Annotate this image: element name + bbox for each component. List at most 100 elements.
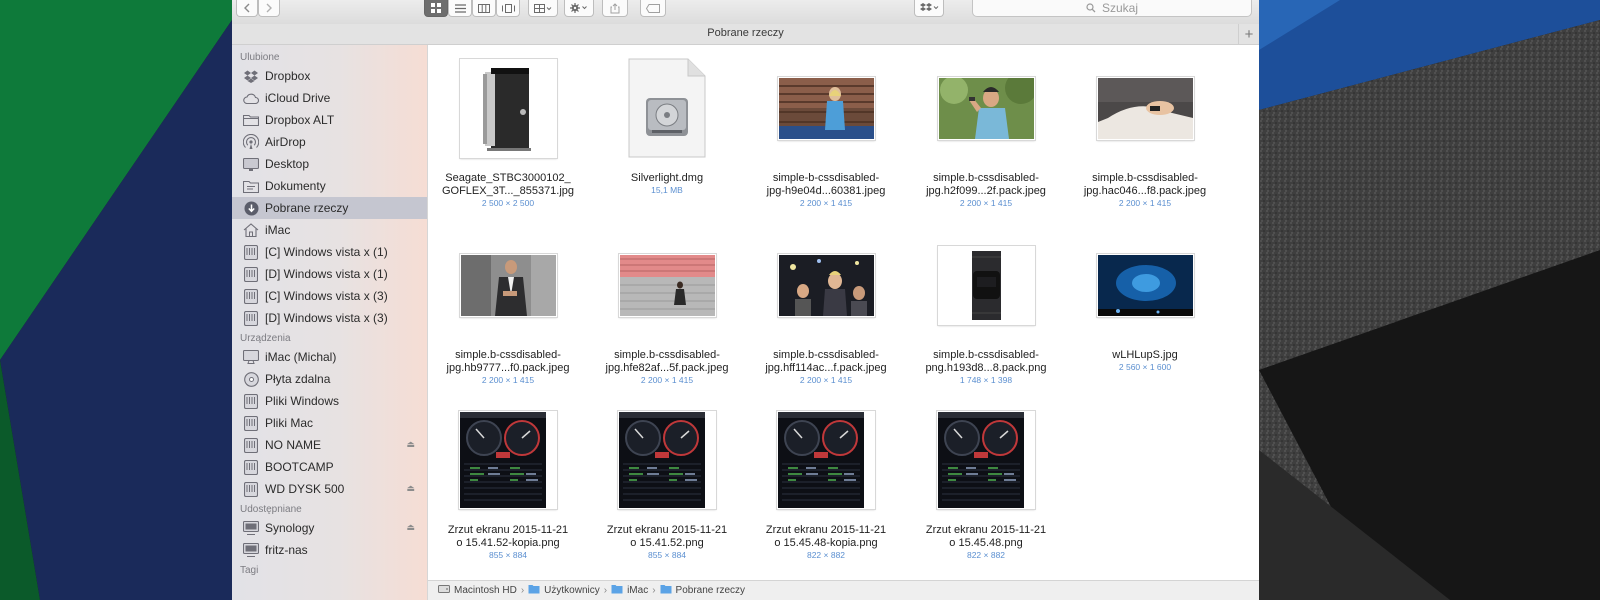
eject-icon[interactable]: ⏏ xyxy=(406,522,415,533)
sidebar-item-shared-1[interactable]: fritz-nas xyxy=(232,539,427,561)
file-item-10[interactable]: Zrzut ekranu 2015-11-21 o 15.41.52-kopia.… xyxy=(433,397,583,567)
path-crumb-0[interactable]: Macintosh HD xyxy=(438,584,517,597)
file-thumbnail xyxy=(460,254,557,317)
home-icon xyxy=(611,584,623,597)
path-separator: › xyxy=(652,585,656,596)
file-name-line2: o 15.45.48-kopia.png xyxy=(774,537,878,549)
file-item-0[interactable]: Seagate_STBC3000102_ GOFLEX_3T..._855371.… xyxy=(433,45,583,215)
view-list-button[interactable] xyxy=(448,0,472,17)
search-field[interactable]: Szukaj xyxy=(972,0,1252,17)
sidebar-item-label: AirDrop xyxy=(265,135,306,149)
sidebar-item-favorites-10[interactable]: [C] Windows vista x (3) xyxy=(232,285,427,307)
action-button[interactable] xyxy=(564,0,594,17)
file-item-6[interactable]: simple.b-cssdisabled-jpg.hfe82af...5f.pa… xyxy=(592,222,742,392)
view-coverflow-button[interactable] xyxy=(496,0,520,17)
file-meta: 855 × 884 xyxy=(488,550,528,560)
file-item-11[interactable]: Zrzut ekranu 2015-11-21 o 15.41.52.png 855… xyxy=(592,397,742,567)
eject-icon[interactable]: ⏏ xyxy=(406,439,415,450)
tag-button[interactable] xyxy=(640,0,666,17)
sidebar-item-favorites-11[interactable]: [D] Windows vista x (3) xyxy=(232,307,427,329)
path-crumb-1[interactable]: Użytkownicy xyxy=(528,584,600,597)
sidebar-item-label: iCloud Drive xyxy=(265,91,331,105)
drive-icon xyxy=(243,393,259,409)
file-item-1[interactable]: Silverlight.dmg 15,1 MB xyxy=(592,45,742,215)
arrange-button[interactable] xyxy=(528,0,558,17)
file-thumbnail xyxy=(1097,77,1194,140)
file-name-line2: o 15.45.48.png xyxy=(949,537,1023,549)
sidebar-item-label: Pliki Windows xyxy=(265,394,340,408)
disk-icon xyxy=(243,266,259,282)
chevron-right-icon xyxy=(266,3,272,13)
file-name: simple.b-cssdisabled- xyxy=(614,349,720,361)
sidebar-item-favorites-2[interactable]: Dropbox ALT xyxy=(232,109,427,131)
sidebar-item-favorites-6[interactable]: Pobrane rzeczy xyxy=(232,197,427,219)
sidebar-item-devices-3[interactable]: Pliki Mac xyxy=(232,412,427,434)
desktop-icon xyxy=(243,156,259,172)
new-tab-button[interactable]: + xyxy=(1238,24,1259,44)
file-name: simple.b-cssdisabled- xyxy=(773,349,879,361)
chevron-left-icon xyxy=(244,3,250,13)
hard-drive-icon xyxy=(438,584,450,597)
file-item-5[interactable]: simple.b-cssdisabled-jpg.hb9777...f0.pac… xyxy=(433,222,583,392)
file-name-line2: png.h193d8...8.pack.png xyxy=(925,362,1047,374)
file-item-7[interactable]: simple.b-cssdisabled-jpg.hff114ac...f.pa… xyxy=(751,222,901,392)
sidebar-item-devices-2[interactable]: Pliki Windows xyxy=(232,390,427,412)
sidebar-item-label: WD DYSK 500 xyxy=(265,482,345,496)
sidebar-item-favorites-9[interactable]: [D] Windows vista x (1) xyxy=(232,263,427,285)
file-name-line2: GOFLEX_3T..._855371.jpg xyxy=(441,185,575,197)
path-crumb-2[interactable]: iMac xyxy=(611,584,648,597)
file-thumbnail xyxy=(618,411,716,509)
sidebar-item-devices-0[interactable]: iMac (Michal) xyxy=(232,346,427,368)
back-button[interactable] xyxy=(236,0,258,17)
sidebar-item-devices-6[interactable]: WD DYSK 500 ⏏ xyxy=(232,478,427,500)
file-item-8[interactable]: simple.b-cssdisabled-png.h193d8...8.pack… xyxy=(911,222,1061,392)
view-columns-button[interactable] xyxy=(472,0,496,17)
sidebar-item-favorites-3[interactable]: AirDrop xyxy=(232,131,427,153)
share-icon xyxy=(610,2,620,13)
file-thumbnail xyxy=(628,58,706,158)
share-button[interactable] xyxy=(602,0,628,17)
sidebar-item-favorites-0[interactable]: Dropbox xyxy=(232,65,427,87)
sidebar-item-devices-1[interactable]: Płyta zdalna xyxy=(232,368,427,390)
sidebar-item-label: iMac xyxy=(265,223,291,237)
forward-button[interactable] xyxy=(258,0,280,17)
documents-icon xyxy=(243,178,259,194)
file-item-13[interactable]: Zrzut ekranu 2015-11-21 o 15.45.48.png 822… xyxy=(911,397,1061,567)
sidebar-item-shared-0[interactable]: Synology ⏏ xyxy=(232,517,427,539)
sidebar-item-label: NO NAME xyxy=(265,438,322,452)
sidebar-item-devices-5[interactable]: BOOTCAMP xyxy=(232,456,427,478)
home-icon xyxy=(243,222,259,238)
icon-view-icon xyxy=(431,3,441,13)
path-crumb-3[interactable]: Pobrane rzeczy xyxy=(660,584,745,597)
file-name-line2: jpg.h2f099...2f.pack.jpeg xyxy=(926,185,1046,197)
sidebar-item-favorites-5[interactable]: Dokumenty xyxy=(232,175,427,197)
file-name: Zrzut ekranu 2015-11-21 xyxy=(765,524,887,536)
sidebar-item-devices-4[interactable]: NO NAME ⏏ xyxy=(232,434,427,456)
view-icons-button[interactable] xyxy=(424,0,448,17)
file-meta: 2 560 × 1 600 xyxy=(1118,362,1172,372)
sidebar-item-label: Płyta zdalna xyxy=(265,372,331,386)
file-thumbnail xyxy=(619,254,716,317)
column-view-icon xyxy=(478,3,490,13)
file-name-line2: jpg-h9e04d...60381.jpeg xyxy=(766,185,886,197)
file-name-line2: jpg.hfe82af...5f.pack.jpeg xyxy=(605,362,729,374)
toolbar: Szukaj xyxy=(232,0,1259,25)
sidebar-item-label: BOOTCAMP xyxy=(265,460,334,474)
dropbox-toolbar-button[interactable] xyxy=(914,0,944,17)
disk-icon xyxy=(243,244,259,260)
path-crumb-label: Macintosh HD xyxy=(454,585,517,596)
sidebar-item-favorites-7[interactable]: iMac xyxy=(232,219,427,241)
file-thumbnail xyxy=(778,77,875,140)
sidebar-item-favorites-8[interactable]: [C] Windows vista x (1) xyxy=(232,241,427,263)
file-item-4[interactable]: simple.b-cssdisabled-jpg.hac046...f8.pac… xyxy=(1070,45,1220,215)
file-item-12[interactable]: Zrzut ekranu 2015-11-21 o 15.45.48-kopia.… xyxy=(751,397,901,567)
sidebar-item-favorites-1[interactable]: iCloud Drive xyxy=(232,87,427,109)
search-icon xyxy=(1086,3,1096,13)
eject-icon[interactable]: ⏏ xyxy=(406,483,415,494)
sidebar-item-favorites-4[interactable]: Desktop xyxy=(232,153,427,175)
file-item-9[interactable]: wLHLupS.jpg 2 560 × 1 600 xyxy=(1070,222,1220,392)
file-item-3[interactable]: simple.b-cssdisabled-jpg.h2f099...2f.pac… xyxy=(911,45,1061,215)
airdrop-icon xyxy=(243,134,259,150)
file-name: simple.b-cssdisabled- xyxy=(933,172,1039,184)
file-item-2[interactable]: simple-b-cssdisabled-jpg-h9e04d...60381.… xyxy=(751,45,901,215)
